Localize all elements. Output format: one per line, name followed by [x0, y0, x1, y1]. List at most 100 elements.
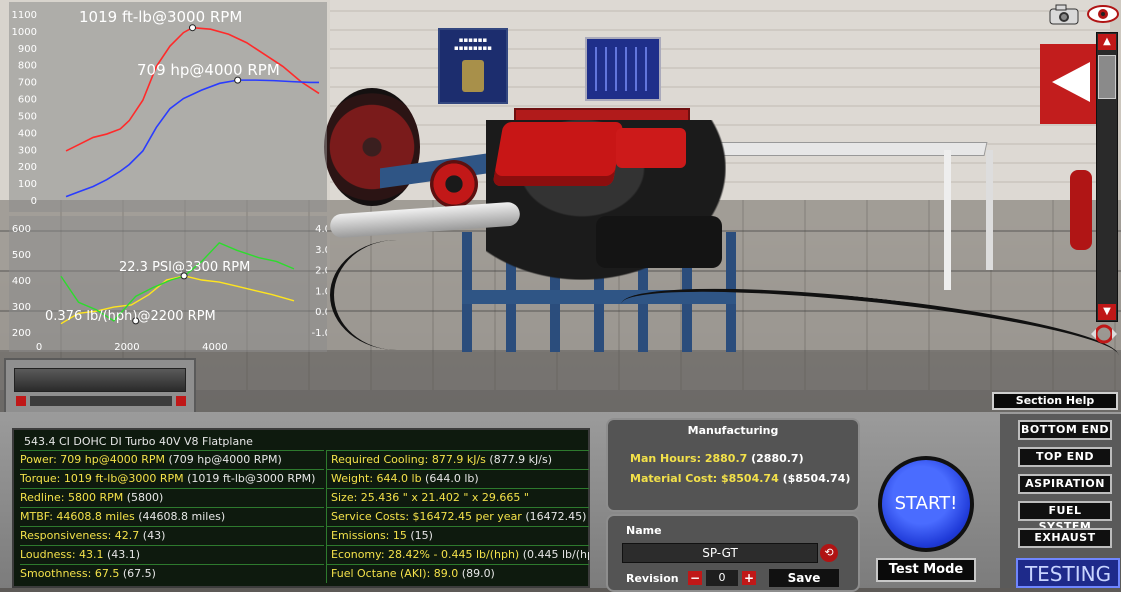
y-right-tick-label: 1.0 [315, 286, 327, 297]
y-tick-label: 600 [18, 95, 37, 106]
nav-fuel-system[interactable]: FUEL SYSTEM [1018, 501, 1112, 533]
cylinder-head [492, 122, 624, 186]
boost-economy-chart: 200 300 400 500 600 -1.0 0.0 1.0 2.0 3.0 4.0 0 2000 4… [9, 216, 331, 353]
view-slider[interactable] [30, 396, 172, 406]
stat-label: Economy: 28.42% - 0.445 lb/(hph) [331, 548, 520, 561]
y-right-tick-label: 3.0 [315, 245, 327, 256]
stat-row: Power: 709 hp@4000 RPM (709 hp@4000 RPM) [20, 450, 324, 469]
torque-peak-label: 1019 ft-lb@3000 RPM [79, 8, 242, 26]
view-panel [4, 358, 196, 414]
torque-power-chart: 0 100 200 300 400 500 600 700 800 900 1000 1100 1019… [9, 2, 327, 212]
x-tick-label: 4000 [202, 342, 227, 352]
scroll-up-arrow-icon[interactable]: ▲ [1098, 34, 1116, 50]
x-tick-label: 2000 [114, 342, 139, 352]
power-peak-label: 709 hp@4000 RPM [137, 61, 280, 79]
revision-value[interactable]: 0 [706, 570, 738, 586]
slider-left-icon[interactable] [16, 396, 26, 406]
stat-label: Weight: 644.0 lb [331, 472, 422, 485]
y-right-tick-label: -1.0 [311, 328, 327, 339]
y-left-tick-label: 400 [12, 276, 31, 287]
stat-value: (1019 ft-lb@3000 RPM) [183, 472, 316, 485]
stat-value: (67.5) [119, 567, 156, 580]
revision-plus-button[interactable]: + [742, 571, 756, 585]
scroll-thumb[interactable] [1098, 55, 1116, 99]
stat-label: Size: 25.436 " x 21.402 " x 29.665 " [331, 491, 529, 504]
name-panel: Name SP-GT ⟲ Revision − 0 + Save [606, 514, 860, 592]
blueprint-poster [585, 37, 661, 101]
camera-zoom-scrollbar[interactable]: ▲ ▼ [1096, 32, 1118, 322]
stat-label: Torque: 1019 ft-lb@3000 RPM [20, 472, 184, 485]
stat-label: MTBF: 44608.8 miles [20, 510, 135, 523]
y-right-tick-label: 0.0 [315, 307, 327, 318]
stat-row: Size: 25.436 " x 21.402 " x 29.665 " [326, 488, 589, 507]
workbench-leg [986, 150, 993, 270]
manufacturing-panel: Manufacturing Man Hours: 2880.7 (2880.7)… [606, 418, 860, 512]
slider-right-icon[interactable] [176, 396, 186, 406]
engine-title: 543.4 CI DOHC DI Turbo 40V V8 Flatplane [24, 435, 253, 448]
name-label: Name [626, 524, 662, 537]
stat-row: Redline: 5800 RPM (5800) [20, 488, 324, 507]
material-cost-value: ($8504.74) [778, 472, 851, 485]
man-hours-label: Man Hours: 2880.7 [630, 452, 748, 465]
stat-row: Economy: 28.42% - 0.445 lb/(hph) (0.445 … [326, 545, 589, 564]
economy-best-label: 0.376 lb/(hph)@2200 RPM [45, 309, 216, 324]
stat-row: Required Cooling: 877.9 kJ/s (877.9 kJ/s… [326, 450, 589, 469]
instruments-poster: ▪▪▪▪▪▪ ▪▪▪▪▪▪▪▪ [438, 28, 508, 104]
boost-peak-label: 22.3 PSI@3300 RPM [119, 260, 250, 275]
nav-testing[interactable]: TESTING [1016, 558, 1120, 588]
stat-label: Service Costs: $16472.45 per year [331, 510, 522, 523]
stat-row: Loudness: 43.1 (43.1) [20, 545, 324, 564]
material-cost: Material Cost: $8504.74 ($8504.74) [630, 472, 850, 485]
stat-row: MTBF: 44608.8 miles (44608.8 miles) [20, 507, 324, 526]
x-tick-label: 0 [36, 342, 42, 352]
fire-extinguisher [1070, 170, 1092, 250]
stat-value: (43) [139, 529, 166, 542]
stat-value: (0.445 lb/(hph)) [522, 548, 589, 561]
test-mode-button[interactable]: Test Mode [876, 558, 976, 582]
series-line-power [65, 79, 319, 198]
refresh-icon[interactable]: ⟲ [820, 544, 838, 562]
stat-value: (15) [406, 529, 433, 542]
y-tick-label: 1100 [12, 10, 37, 21]
man-hours-value: (2880.7) [747, 452, 804, 465]
rotate-icon[interactable] [1089, 322, 1119, 346]
stat-row: Service Costs: $16472.45 per year (16472… [326, 507, 589, 526]
stat-value: (89.0) [458, 567, 495, 580]
start-button[interactable]: START! [878, 456, 974, 552]
nav-exhaust[interactable]: EXHAUST [1018, 528, 1112, 548]
y-left-tick-label: 300 [12, 302, 31, 313]
scroll-down-arrow-icon[interactable]: ▼ [1098, 304, 1116, 320]
stat-value: (43.1) [103, 548, 141, 561]
nav-top-end[interactable]: TOP END [1018, 447, 1112, 467]
stat-label: Redline: 5800 RPM [20, 491, 124, 504]
nav-bottom-end[interactable]: BOTTOM END [1018, 420, 1112, 440]
workbench-leg [944, 150, 951, 290]
y-left-tick-label: 500 [12, 250, 31, 261]
stat-label: Responsiveness: 42.7 [20, 529, 140, 542]
stat-row: Weight: 644.0 lb (644.0 lb) [326, 469, 589, 488]
name-input[interactable]: SP-GT [622, 543, 818, 563]
eye-icon[interactable] [1086, 2, 1120, 26]
y-tick-label: 200 [18, 162, 37, 173]
nav-aspiration[interactable]: ASPIRATION [1018, 474, 1112, 494]
y-tick-label: 800 [18, 61, 37, 72]
stat-value: (16472.45) [521, 510, 587, 523]
stat-row: Torque: 1019 ft-lb@3000 RPM (1019 ft-lb@… [20, 469, 324, 488]
y-tick-label: 300 [18, 145, 37, 156]
stat-value: (5800) [123, 491, 164, 504]
revision-minus-button[interactable]: − [688, 571, 702, 585]
engine-stats-panel: 543.4 CI DOHC DI Turbo 40V V8 Flatplane … [12, 428, 590, 588]
cylinder-head [616, 128, 686, 168]
y-right-tick-label: 2.0 [315, 266, 327, 277]
view-display [14, 368, 186, 392]
man-hours: Man Hours: 2880.7 (2880.7) [630, 452, 804, 465]
stat-label: Power: 709 hp@4000 RPM [20, 453, 165, 466]
stat-value: (644.0 lb) [421, 472, 479, 485]
section-help-button[interactable]: Section Help [992, 392, 1118, 410]
save-button[interactable]: Save [768, 568, 840, 588]
series-line-torque [65, 26, 320, 152]
stat-label: Required Cooling: 877.9 kJ/s [331, 453, 486, 466]
workbench [682, 142, 988, 156]
stat-label: Smoothness: 67.5 [20, 567, 120, 580]
camera-icon[interactable] [1046, 2, 1082, 26]
